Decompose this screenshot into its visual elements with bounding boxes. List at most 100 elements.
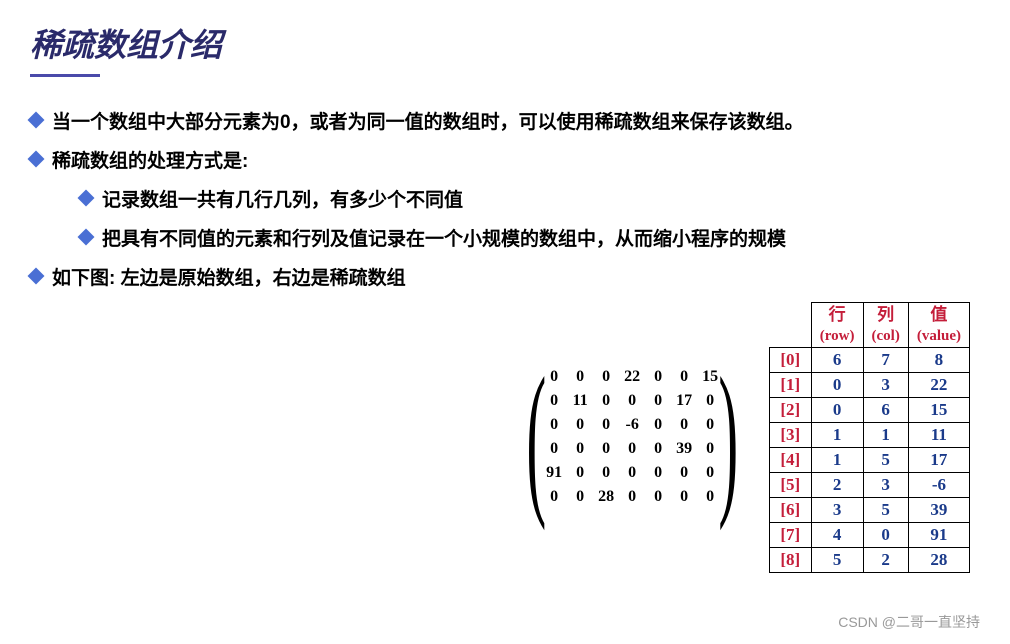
col-cell: 5 — [863, 497, 908, 522]
row-cell: 3 — [811, 497, 863, 522]
matrix-cell: 39 — [676, 440, 692, 458]
matrix-cell: 0 — [650, 440, 666, 458]
table-row: [3]1111 — [769, 422, 969, 447]
matrix-cell: 0 — [702, 392, 718, 410]
bullet-text: 当一个数组中大部分元素为0，或者为同一值的数组时，可以使用稀疏数组来保存该数组。 — [52, 107, 804, 134]
matrix-cell: 0 — [650, 368, 666, 386]
col-cell: 1 — [863, 422, 908, 447]
matrix-cell: 0 — [572, 416, 588, 434]
matrix-cell: 0 — [702, 464, 718, 482]
bullet-item: 记录数组一共有几行几列，有多少个不同值 — [80, 185, 980, 212]
row-cell: 2 — [811, 472, 863, 497]
matrix-cell: 0 — [624, 440, 640, 458]
matrix-cell: 0 — [650, 464, 666, 482]
header-sublabel: (value) — [917, 328, 961, 344]
value-cell: 22 — [908, 372, 969, 397]
matrix-cell: 0 — [650, 416, 666, 434]
header-label: 行 — [829, 305, 846, 324]
index-cell: [1] — [769, 372, 811, 397]
matrix-cell: 0 — [598, 392, 614, 410]
matrix-cell: 0 — [702, 440, 718, 458]
matrix-cell: 0 — [676, 416, 692, 434]
title-underline — [30, 74, 100, 77]
index-cell: [0] — [769, 347, 811, 372]
table-row: [6]3539 — [769, 497, 969, 522]
matrix-cell: 0 — [598, 368, 614, 386]
matrix-cell: -6 — [624, 416, 640, 434]
bullet-item: 如下图: 左边是原始数组，右边是稀疏数组 — [30, 263, 980, 290]
header-sublabel: (col) — [872, 328, 900, 344]
diamond-icon — [78, 229, 95, 246]
matrix-cell: 0 — [572, 368, 588, 386]
table-corner — [769, 303, 811, 348]
diamond-icon — [28, 268, 45, 285]
matrix-cell: 0 — [624, 392, 640, 410]
matrix-cell: 15 — [702, 368, 718, 386]
row-cell: 6 — [811, 347, 863, 372]
table-row: [5]23-6 — [769, 472, 969, 497]
diamond-icon — [78, 190, 95, 207]
original-matrix: ( 000220015011000170000-6000000003909100… — [526, 365, 739, 510]
matrix-cell: 0 — [702, 488, 718, 506]
matrix-cell: 0 — [546, 488, 562, 506]
row-cell: 1 — [811, 422, 863, 447]
matrix-cell: 22 — [624, 368, 640, 386]
col-cell: 6 — [863, 397, 908, 422]
row-cell: 5 — [811, 547, 863, 572]
matrix-grid: 000220015011000170000-600000000390910000… — [546, 368, 718, 506]
value-cell: 39 — [908, 497, 969, 522]
content-area: ( 000220015011000170000-6000000003909100… — [30, 302, 980, 573]
matrix-cell: 28 — [598, 488, 614, 506]
matrix-cell: 0 — [598, 464, 614, 482]
matrix-cell: 0 — [650, 488, 666, 506]
matrix-cell: 0 — [676, 488, 692, 506]
value-cell: 91 — [908, 522, 969, 547]
matrix-cell: 0 — [676, 464, 692, 482]
matrix-cell: 91 — [546, 464, 562, 482]
col-cell: 5 — [863, 447, 908, 472]
col-cell: 7 — [863, 347, 908, 372]
matrix-cell: 11 — [572, 392, 588, 410]
col-cell: 3 — [863, 472, 908, 497]
bullet-text: 如下图: 左边是原始数组，右边是稀疏数组 — [52, 263, 406, 290]
page-title: 稀疏数组介绍 — [30, 20, 980, 66]
col-cell: 2 — [863, 547, 908, 572]
header-col: 列 (col) — [863, 303, 908, 348]
bullet-list: 当一个数组中大部分元素为0，或者为同一值的数组时，可以使用稀疏数组来保存该数组。… — [30, 107, 980, 290]
diamond-icon — [28, 151, 45, 168]
header-row: 行 (row) — [811, 303, 863, 348]
matrix-cell: 0 — [572, 440, 588, 458]
index-cell: [2] — [769, 397, 811, 422]
row-cell: 1 — [811, 447, 863, 472]
index-cell: [8] — [769, 547, 811, 572]
table-row: [4]1517 — [769, 447, 969, 472]
value-cell: 8 — [908, 347, 969, 372]
matrix-cell: 0 — [702, 416, 718, 434]
table-row: [1]0322 — [769, 372, 969, 397]
index-cell: [4] — [769, 447, 811, 472]
table-row: [8]5228 — [769, 547, 969, 572]
bullet-item: 当一个数组中大部分元素为0，或者为同一值的数组时，可以使用稀疏数组来保存该数组。 — [30, 107, 980, 134]
row-cell: 0 — [811, 372, 863, 397]
bullet-text: 稀疏数组的处理方式是: — [52, 146, 248, 173]
index-cell: [3] — [769, 422, 811, 447]
row-cell: 4 — [811, 522, 863, 547]
sparse-array-table: 行 (row) 列 (col) 值 (value) [0]678[1]0322[… — [769, 302, 970, 573]
matrix-cell: 17 — [676, 392, 692, 410]
matrix-cell: 0 — [650, 392, 666, 410]
matrix-cell: 0 — [676, 368, 692, 386]
bullet-item: 稀疏数组的处理方式是: — [30, 146, 980, 173]
bullet-item: 把具有不同值的元素和行列及值记录在一个小规模的数组中，从而缩小程序的规模 — [80, 224, 980, 251]
matrix-cell: 0 — [546, 368, 562, 386]
table-row: [7]4091 — [769, 522, 969, 547]
table-row: [0]678 — [769, 347, 969, 372]
matrix-cell: 0 — [546, 440, 562, 458]
index-cell: [5] — [769, 472, 811, 497]
left-paren-icon: ( — [526, 365, 546, 510]
row-cell: 0 — [811, 397, 863, 422]
header-label: 值 — [930, 305, 947, 324]
bullet-text: 把具有不同值的元素和行列及值记录在一个小规模的数组中，从而缩小程序的规模 — [102, 224, 786, 251]
header-value: 值 (value) — [908, 303, 969, 348]
matrix-cell: 0 — [546, 392, 562, 410]
bullet-text: 记录数组一共有几行几列，有多少个不同值 — [102, 185, 463, 212]
